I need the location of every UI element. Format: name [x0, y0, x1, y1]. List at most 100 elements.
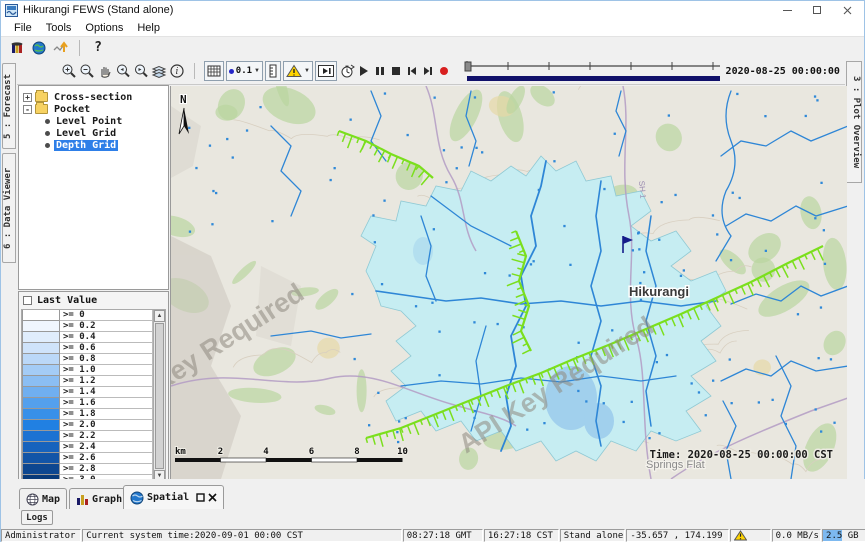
menu-tools[interactable]: Tools: [39, 22, 79, 34]
stop-icon[interactable]: [389, 61, 403, 81]
step-forward-icon[interactable]: [421, 61, 435, 81]
zoom-out-icon[interactable]: [79, 61, 95, 81]
maximize-panel-icon[interactable]: [196, 493, 205, 502]
svg-text:N: N: [180, 93, 187, 106]
legend-label: >= 2.0: [60, 420, 153, 431]
tab-plot-overview[interactable]: 3 : Plot Overview: [846, 61, 862, 183]
collapse-icon[interactable]: -: [23, 105, 32, 114]
zoom-previous-icon[interactable]: [115, 61, 131, 81]
status-bar: AdministratorCurrent system time:2020-09…: [1, 528, 865, 542]
legend-label: >= 0.8: [60, 354, 153, 365]
warning-icon: [734, 530, 747, 541]
folder-icon: [35, 104, 48, 114]
zoom-next-icon[interactable]: [133, 61, 149, 81]
legend-swatch: [22, 376, 60, 387]
title-bar: Hikurangi FEWS (Stand alone): [1, 1, 864, 19]
legend-row: >= 0.6: [22, 343, 153, 354]
close-panel-icon[interactable]: [208, 493, 217, 502]
step-back-icon[interactable]: [405, 61, 419, 81]
animation-window-button[interactable]: [315, 61, 337, 81]
pause-icon[interactable]: [373, 61, 387, 81]
time-slider-handle[interactable]: [465, 62, 471, 71]
menu-file[interactable]: File: [7, 22, 39, 34]
legend-label: >= 0.2: [60, 321, 153, 332]
scale-tick-label: 4: [263, 447, 269, 457]
globe-icon[interactable]: [28, 39, 50, 57]
menu-options[interactable]: Options: [78, 22, 130, 34]
status-warning[interactable]: [730, 529, 770, 542]
tab-graph[interactable]: Graph: [69, 488, 129, 509]
tab-data-viewer[interactable]: 6 : Data Viewer: [2, 153, 16, 263]
map-toolbar: i 0.1 ▼ ▼: [1, 58, 864, 85]
legend-swatch: [22, 464, 60, 475]
legend-row: >= 2.4: [22, 442, 153, 453]
menu-bar: FileToolsOptionsHelp: [1, 19, 864, 37]
legend-row: >= 2.0: [22, 420, 153, 431]
time-slider[interactable]: [463, 59, 720, 83]
last-value-label: Last Value: [37, 295, 97, 306]
tree-item-depth-grid[interactable]: Depth Grid: [19, 139, 168, 151]
tab-forecast[interactable]: 5 : Forecast: [2, 63, 16, 149]
legend-row: >= 2.8: [22, 464, 153, 475]
right-tab-strip: 3 : Plot Overview: [845, 58, 864, 479]
scroll-up-icon[interactable]: ▲: [154, 310, 165, 322]
status-throughput: 0.0 MB/s: [772, 529, 821, 542]
animation-settings-icon[interactable]: [339, 61, 355, 81]
tree-item-pocket[interactable]: -Pocket: [19, 103, 168, 115]
legend-label: >= 1.2: [60, 376, 153, 387]
chevron-down-icon: ▼: [304, 68, 310, 74]
class-break-dropdown[interactable]: 0.1 ▼: [226, 61, 263, 81]
node-bullet-icon: [45, 131, 50, 136]
legend-label: >= 0.6: [60, 343, 153, 354]
scrollbar-thumb[interactable]: [155, 323, 164, 469]
status-coordinates: -35.657 , 174.199: [626, 529, 729, 542]
logs-button[interactable]: Logs: [21, 510, 53, 525]
legend-row: >= 1.4: [22, 387, 153, 398]
play-icon[interactable]: [357, 61, 371, 81]
tree-item-level-point[interactable]: Level Point: [19, 115, 168, 127]
legend-swatch: [22, 409, 60, 420]
database-icon[interactable]: [6, 39, 28, 57]
info-icon[interactable]: i: [169, 61, 185, 81]
layers-icon[interactable]: [151, 61, 167, 81]
spatial-map-view[interactable]: Hikurangi Springs Flat SH 1 API Key Requ…: [170, 86, 847, 479]
close-button[interactable]: [832, 1, 862, 19]
svg-text:i: i: [176, 67, 179, 77]
last-value-checkbox[interactable]: [23, 296, 32, 305]
zoom-in-icon[interactable]: [61, 61, 77, 81]
legend-label: >= 0.4: [60, 332, 153, 343]
legend-row: >= 0.8: [22, 354, 153, 365]
toolbar-separator: [79, 40, 80, 56]
grid-display-button[interactable]: [204, 61, 224, 81]
legend-row: >= 2.6: [22, 453, 153, 464]
minimize-button[interactable]: [772, 1, 802, 19]
legend-class-list: >= 0>= 0.2>= 0.4>= 0.6>= 0.8>= 1.0>= 1.2…: [21, 309, 154, 483]
legend-row: >= 0: [22, 310, 153, 321]
tree-item-level-grid[interactable]: Level Grid: [19, 127, 168, 139]
maximize-button[interactable]: [802, 1, 832, 19]
legend-scrollbar[interactable]: ▲ ▼: [153, 309, 166, 483]
application-window: Hikurangi FEWS (Stand alone) FileToolsOp…: [0, 0, 865, 542]
menu-help[interactable]: Help: [130, 22, 167, 34]
warning-dropdown-button[interactable]: ▼: [283, 61, 313, 81]
record-icon[interactable]: [437, 61, 451, 81]
help-icon[interactable]: ?: [87, 39, 109, 57]
tree-item-label: Level Point: [54, 116, 124, 127]
legend-label: >= 2.2: [60, 431, 153, 442]
ruler-button[interactable]: [265, 61, 281, 81]
legend-swatch: [22, 420, 60, 431]
legend-label: >= 2.4: [60, 442, 153, 453]
tree-item-label: Cross-section: [52, 92, 134, 103]
timeseries-dialog-icon[interactable]: [50, 39, 72, 57]
legend-panel: Last Value >= 0>= 0.2>= 0.4>= 0.6>= 0.8 >…: [18, 291, 169, 485]
legend-swatch: [22, 310, 60, 321]
tab-map[interactable]: Map: [19, 488, 67, 509]
legend-swatch: [22, 321, 60, 332]
tab-spatial[interactable]: Spatial: [123, 485, 224, 509]
tree-item-label: Level Grid: [54, 128, 118, 139]
left-tab-strip: 5 : Forecast 6 : Data Viewer: [1, 58, 17, 528]
legend-row: >= 1.6: [22, 398, 153, 409]
tree-item-label: Depth Grid: [54, 140, 118, 151]
pan-icon[interactable]: [97, 61, 113, 81]
expand-icon[interactable]: +: [23, 93, 32, 102]
